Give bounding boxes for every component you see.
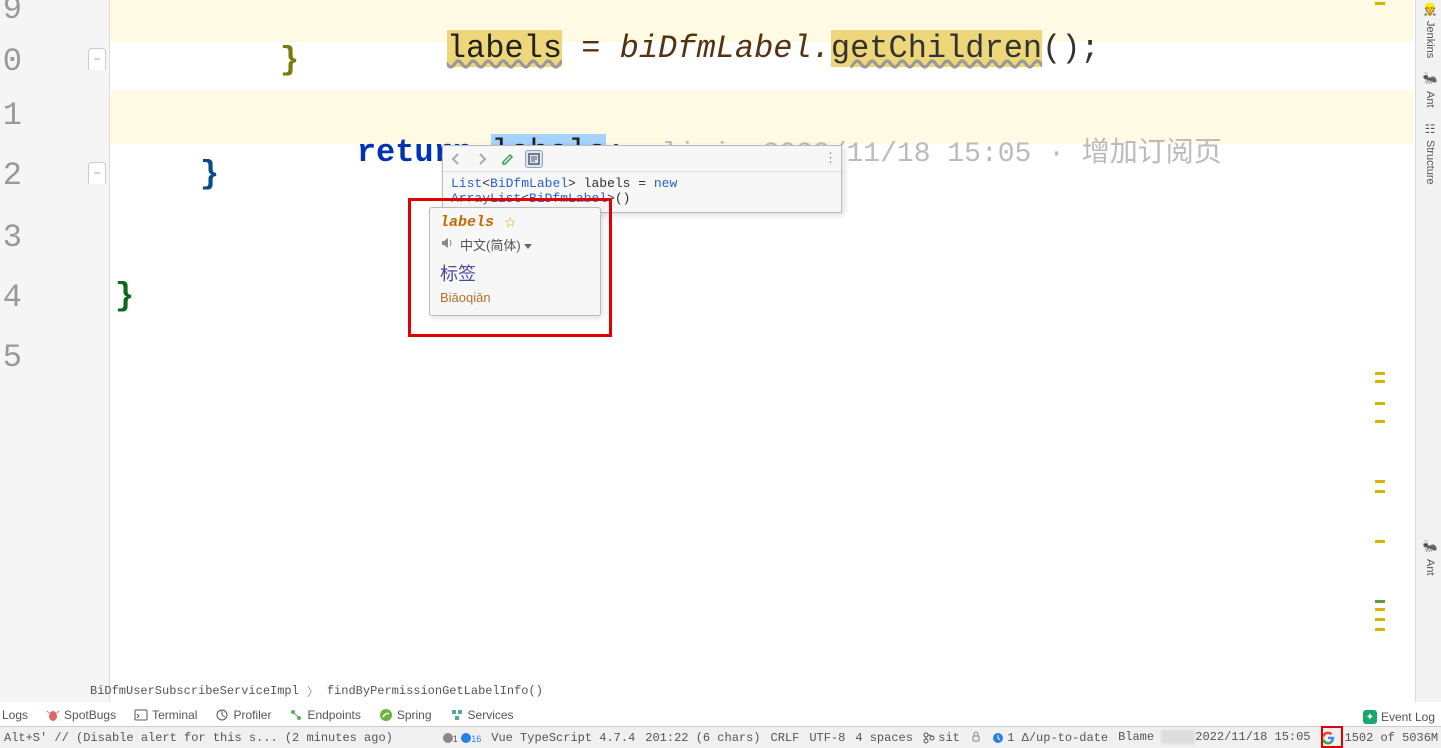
code-line[interactable]: } [115, 278, 134, 316]
toolwin-profiler[interactable]: Profiler [215, 708, 271, 722]
event-log-button[interactable]: ✦ Event Log [1363, 710, 1435, 724]
fold-toggle[interactable]: − [88, 162, 106, 184]
breadcrumb-item[interactable]: BiDfmUserSubscribeServiceImpl [90, 684, 299, 698]
profiler-icon [215, 708, 229, 722]
code-line[interactable]: labels = biDfmLabel.getChildren(); [370, 0, 1100, 107]
speaker-icon[interactable] [440, 236, 454, 253]
right-tool-tabs: 👷 Jenkins 🐜 Ant ☷ Structure 🐜 Ant [1415, 0, 1441, 702]
right-tab-structure[interactable]: ☷ Structure [1423, 122, 1437, 185]
line-number: 5 [0, 342, 22, 374]
structure-icon: ☷ [1423, 122, 1437, 136]
event-log-icon: ✦ [1363, 710, 1377, 724]
code-line[interactable]: } [200, 156, 219, 194]
forward-icon[interactable] [473, 150, 491, 168]
method-call: getChildren [831, 30, 1042, 67]
toolwin-terminal[interactable]: Terminal [134, 708, 197, 722]
git-branch[interactable]: sit [923, 730, 960, 745]
ant-icon: 🐜 [1423, 72, 1437, 87]
edit-icon[interactable] [499, 150, 517, 168]
right-tab-ant-2[interactable]: 🐜 Ant [1423, 540, 1437, 575]
status-message[interactable]: Alt+S' // (Disable alert for this s... (… [4, 731, 393, 745]
services-icon [450, 708, 464, 722]
status-memory[interactable]: 1502 of 5036M [1345, 731, 1439, 745]
toolwin-services[interactable]: Services [450, 708, 514, 722]
translate-result: 标签 [440, 260, 590, 286]
fold-toggle[interactable]: − [88, 48, 106, 70]
code-line[interactable]: } [280, 42, 299, 80]
ant-icon: 🐜 [1423, 540, 1437, 555]
terminal-icon [134, 708, 148, 722]
translate-popup[interactable]: labels ☆ 中文(简体) 标签 Biāoqiān [429, 207, 601, 316]
code-text: (); [1042, 30, 1100, 67]
line-number: 0 [0, 46, 22, 78]
toolwin-spotbugs[interactable]: SpotBugs [46, 708, 116, 722]
status-bar: Alt+S' // (Disable alert for this s... (… [0, 726, 1441, 748]
status-encoding[interactable]: UTF-8 [809, 731, 845, 745]
breadcrumb-item[interactable]: findByPermissionGetLabelInfo() [327, 684, 543, 698]
line-number: 3 [0, 222, 22, 254]
line-number: 1 [0, 100, 22, 132]
translate-lang[interactable]: 中文(简体) [460, 235, 532, 254]
jenkins-icon: 👷 [1423, 2, 1437, 17]
line-number: 4 [0, 282, 22, 314]
tool-window-tabs: Logs SpotBugs Terminal Profiler Endpoint… [0, 704, 514, 726]
toolwin-endpoints[interactable]: Endpoints [289, 708, 360, 722]
back-icon[interactable] [447, 150, 465, 168]
editor[interactable]: 9 0 1 2 3 4 5 − − labels = biDfmLabel.ge… [0, 0, 1413, 702]
line-number: 2 [0, 160, 22, 192]
highlight-box-small [1321, 726, 1343, 748]
code-text: = biDfmLabel. [562, 30, 831, 67]
toolwin-spring[interactable]: Spring [379, 708, 432, 722]
status-ts[interactable]: Vue TypeScript 4.7.4 [491, 731, 635, 745]
status-blame[interactable]: Blame 2022/11/18 15:05 [1118, 730, 1310, 744]
line-number: 9 [0, 0, 22, 26]
gutter: 9 0 1 2 3 4 5 − − [0, 0, 110, 702]
highlight-box: labels ☆ 中文(简体) 标签 Biāoqiān [408, 198, 612, 337]
lock-icon[interactable] [970, 730, 982, 745]
right-tab-ant[interactable]: 🐜 Ant [1423, 72, 1437, 107]
doc-popup-toolbar: ⋮ [443, 146, 841, 172]
toggle-render-icon[interactable] [525, 150, 543, 168]
bug-icon [46, 708, 60, 722]
more-icon[interactable]: ⋮ [824, 151, 837, 166]
breadcrumb-separator: 〉 [307, 683, 319, 700]
status-indent[interactable]: 4 spaces [855, 731, 913, 745]
breadcrumb[interactable]: BiDfmUserSubscribeServiceImpl 〉 findByPe… [90, 680, 543, 702]
status-caret[interactable]: 201:22 (6 chars) [645, 731, 760, 745]
endpoints-icon [289, 708, 303, 722]
toolwin-logs[interactable]: Logs [2, 708, 28, 722]
status-eol[interactable]: CRLF [771, 731, 800, 745]
favorite-icon[interactable]: ☆ [504, 214, 517, 231]
status-uptodate[interactable]: 1 Δ/up-to-date [992, 730, 1108, 745]
status-bg-tasks[interactable]: 1 16 [443, 731, 481, 745]
translate-pinyin: Biāoqiān [440, 290, 590, 305]
variable: labels [447, 30, 562, 67]
translate-word: labels [440, 214, 494, 231]
error-stripe-area[interactable] [1373, 0, 1385, 632]
spring-icon [379, 708, 393, 722]
right-tab-jenkins[interactable]: 👷 Jenkins [1423, 2, 1437, 58]
